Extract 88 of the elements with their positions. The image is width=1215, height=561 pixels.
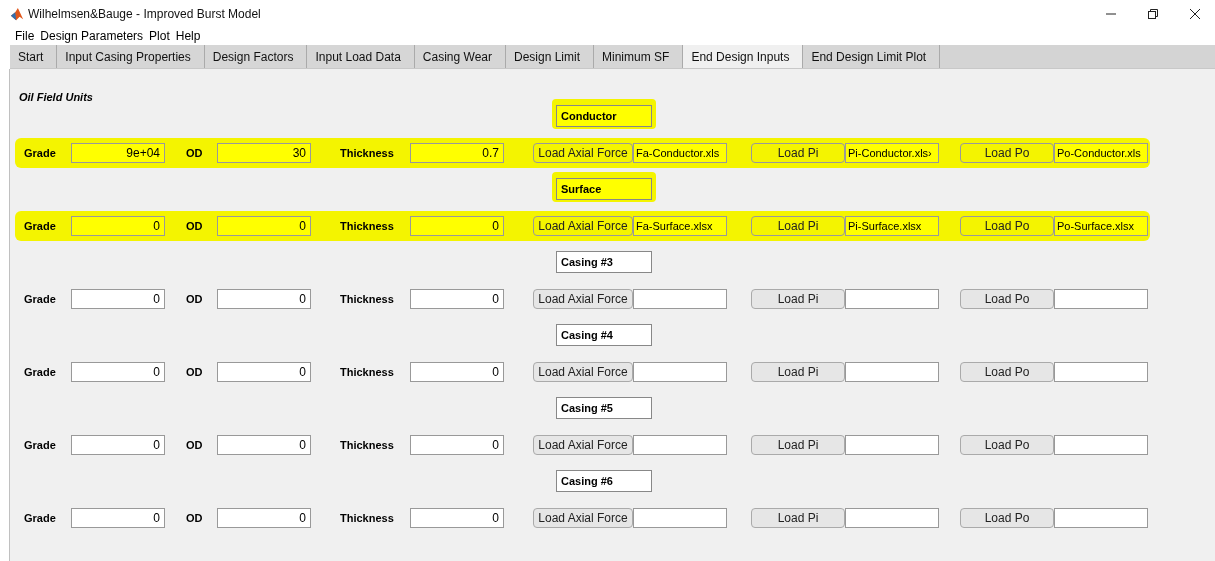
load-axial-force-button[interactable]: Load Axial Force [533,435,633,455]
field-label: Thickness [340,293,395,305]
field-label: OD [186,293,204,305]
field-label: Thickness [340,439,395,451]
field-label: Thickness [340,512,395,524]
load-pi-button[interactable]: Load Pi [751,435,845,455]
load-po-button[interactable]: Load Po [960,435,1054,455]
casing-title: Casing #6 [556,470,652,492]
file-field[interactable]: Po-Conductor.xls [1054,143,1148,163]
grade-field[interactable]: 0 [71,216,165,236]
field-label: Thickness [340,366,395,378]
field-label: OD [186,439,204,451]
file-field[interactable] [633,435,727,455]
file-field[interactable]: Pi-Conductor.xls› [845,143,939,163]
casing-title: Casing #5 [556,397,652,419]
thickness-field[interactable]: 0 [410,362,504,382]
app-icon [10,7,24,21]
od-field[interactable]: 0 [217,362,311,382]
load-po-button[interactable]: Load Po [960,508,1054,528]
field-label: OD [186,147,204,159]
restore-icon[interactable] [1147,8,1159,20]
thickness-field[interactable]: 0 [410,508,504,528]
thickness-field[interactable]: 0 [410,289,504,309]
file-field[interactable] [845,289,939,309]
load-pi-button[interactable]: Load Pi [751,216,845,236]
load-po-button[interactable]: Load Po [960,143,1054,163]
file-field[interactable] [845,435,939,455]
file-field[interactable] [845,362,939,382]
casing-title: Conductor [556,105,652,127]
load-pi-button[interactable]: Load Pi [751,143,845,163]
load-pi-button[interactable]: Load Pi [751,508,845,528]
od-field[interactable]: 0 [217,435,311,455]
file-field[interactable]: Pi-Surface.xlsx [845,216,939,236]
close-icon[interactable] [1189,8,1201,20]
load-axial-force-button[interactable]: Load Axial Force [533,289,633,309]
load-axial-force-button[interactable]: Load Axial Force [533,216,633,236]
field-label: Grade [24,147,57,159]
field-label: Grade [24,220,57,232]
tab[interactable]: End Design Inputs [683,45,804,68]
units-label: Oil Field Units [18,90,94,105]
file-field[interactable]: Fa-Surface.xlsx [633,216,727,236]
load-po-button[interactable]: Load Po [960,362,1054,382]
grade-field[interactable]: 0 [71,508,165,528]
thickness-field[interactable]: 0 [410,435,504,455]
load-po-button[interactable]: Load Po [960,289,1054,309]
thickness-field[interactable]: 0 [410,216,504,236]
load-pi-button[interactable]: Load Pi [751,289,845,309]
field-label: Grade [24,439,57,451]
file-field[interactable]: Fa-Conductor.xls [633,143,727,163]
od-field[interactable]: 0 [217,216,311,236]
file-field[interactable] [1054,289,1148,309]
file-field[interactable] [633,508,727,528]
grade-field[interactable]: 0 [71,435,165,455]
file-field[interactable] [1054,508,1148,528]
menu-item[interactable]: Help [175,29,201,43]
window-title: Wilhelmsen&Bauge - Improved Burst Model [28,7,261,21]
file-field[interactable] [1054,362,1148,382]
field-label: Thickness [340,147,395,159]
casing-title: Surface [556,178,652,200]
grade-field[interactable]: 0 [71,289,165,309]
menu-item[interactable]: Design Parameters [40,29,144,43]
field-label: Thickness [340,220,395,232]
casing-title: Casing #3 [556,251,652,273]
file-field[interactable]: Po-Surface.xlsx [1054,216,1148,236]
file-field[interactable] [1054,435,1148,455]
load-axial-force-button[interactable]: Load Axial Force [533,362,633,382]
file-field[interactable] [633,362,727,382]
load-axial-force-button[interactable]: Load Axial Force [533,143,633,163]
thickness-field[interactable]: 0.7 [410,143,504,163]
casing-title: Casing #4 [556,324,652,346]
menu-item[interactable]: File [15,29,35,43]
field-label: OD [186,220,204,232]
field-label: OD [186,512,204,524]
file-field[interactable] [633,289,727,309]
load-po-button[interactable]: Load Po [960,216,1054,236]
od-field[interactable]: 30 [217,143,311,163]
menu-item[interactable]: Plot [149,29,170,43]
od-field[interactable]: 0 [217,289,311,309]
grade-field[interactable]: 9e+04 [71,143,165,163]
load-pi-button[interactable]: Load Pi [751,362,845,382]
field-label: Grade [24,366,57,378]
field-label: Grade [24,512,57,524]
field-label: OD [186,366,204,378]
od-field[interactable]: 0 [217,508,311,528]
field-label: Grade [24,293,57,305]
load-axial-force-button[interactable]: Load Axial Force [533,508,633,528]
grade-field[interactable]: 0 [71,362,165,382]
file-field[interactable] [845,508,939,528]
